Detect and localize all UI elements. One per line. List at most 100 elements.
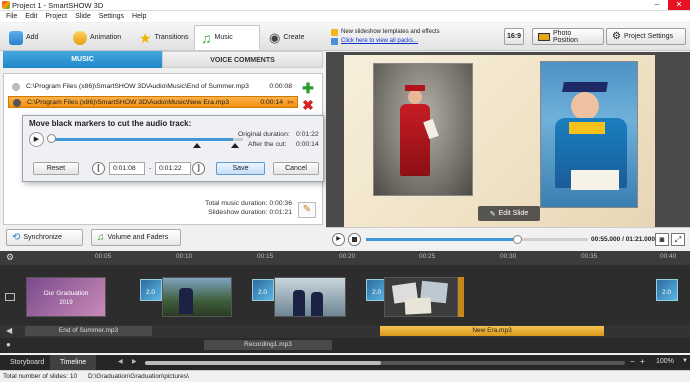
total-music-value: 0:00:36 — [269, 200, 292, 207]
zoom-out-icon[interactable]: − — [630, 357, 635, 366]
after-cut-value: 0:00:14 — [296, 141, 319, 148]
menu-settings[interactable]: Settings — [95, 11, 128, 22]
play-button[interactable]: ▶ — [332, 233, 345, 246]
volume-faders-button[interactable]: ♫ Volume and Faders — [91, 229, 181, 246]
voice-clip[interactable]: Recording1.mp3 — [204, 340, 332, 350]
subtab-voice-comments[interactable]: VOICE COMMENTS — [162, 51, 323, 68]
timeline-scroll-thumb[interactable] — [145, 361, 381, 365]
time-range-separator: - — [149, 165, 152, 172]
graduate-photo-left[interactable] — [373, 63, 473, 196]
left-tab-bar: Add Animation ★ Transitions ♫ Music ◉ Cr… — [0, 23, 326, 51]
dialog-play-button[interactable]: ▶ — [29, 132, 44, 147]
scroll-right-icon[interactable]: ▶ — [132, 358, 141, 367]
cut-music-icon[interactable]: ✂ — [287, 97, 294, 109]
end-time-field[interactable]: 0:01:22 — [155, 162, 191, 175]
aspect-ratio-button[interactable]: 16:9 — [504, 28, 524, 45]
view-all-packs-link[interactable]: Click here to view all packs... — [341, 38, 418, 44]
photo-position-label: Photo Position — [552, 29, 578, 44]
ruler-tick: 00:15 — [257, 253, 274, 260]
slides-track: Our Graduation 2019 2.0 2.0 2.0 2.0 — [0, 265, 690, 325]
menu-help[interactable]: Help — [128, 11, 150, 22]
chevron-down-icon[interactable]: ▼ — [682, 358, 688, 364]
tab-timeline[interactable]: Timeline — [50, 355, 97, 370]
track-row[interactable]: C:\Program Files (x86)\SmartSHOW 3D\Audi… — [8, 81, 298, 93]
ruler-tick: 00:05 — [95, 253, 112, 260]
play-track-icon[interactable] — [12, 83, 20, 91]
slideshow-duration: Slideshow duration: 0:01:21 — [170, 209, 292, 216]
project-settings-button[interactable]: ⚙ Project Settings — [606, 28, 686, 45]
track-duration: 0:00:14 — [260, 99, 283, 106]
menu-file[interactable]: File — [2, 11, 21, 22]
add-icon — [9, 30, 23, 45]
fullscreen-icon[interactable]: ⤢ — [671, 233, 685, 246]
menu-project[interactable]: Project — [41, 11, 71, 22]
window-title: Project 1 - SmartSHOW 3D — [12, 1, 104, 10]
music-icon: ♫ — [201, 29, 212, 46]
photo-collage-item — [404, 297, 432, 315]
close-button[interactable]: ✕ — [668, 0, 690, 10]
synchronize-button[interactable]: ⟲ Synchronize — [6, 229, 83, 246]
save-button[interactable]: Save — [216, 162, 265, 175]
graduate-photo-right[interactable] — [540, 61, 638, 208]
remove-music-button[interactable]: ✖ — [300, 97, 316, 113]
slideshow-duration-value: 0:01:21 — [269, 209, 292, 216]
audio-clip-selected[interactable]: New Era.mp3 — [380, 326, 604, 336]
subtab-music[interactable]: MUSIC — [3, 51, 162, 68]
menu-slide[interactable]: Slide — [71, 11, 95, 22]
set-start-button[interactable]: [ — [92, 162, 105, 175]
start-marker[interactable] — [193, 143, 201, 148]
play-track-icon[interactable] — [13, 99, 21, 107]
add-music-button[interactable]: ✚ — [300, 80, 316, 96]
graduate-figure — [311, 292, 323, 316]
cancel-button[interactable]: Cancel — [273, 162, 319, 175]
slide-thumbnail[interactable] — [162, 277, 232, 317]
edit-slide-button[interactable]: ✎ Edit Slide — [478, 206, 540, 221]
status-bar: Total number of slides: 10 D:\Graduation… — [0, 370, 690, 382]
transition-duration: 2.0 — [662, 289, 672, 296]
minimize-button[interactable]: – — [646, 0, 668, 10]
tab-animation[interactable]: Animation — [66, 25, 128, 50]
track-row-selected[interactable]: C:\Program Files (x86)\SmartSHOW 3D\Audi… — [8, 96, 298, 108]
zoom-in-icon[interactable]: + — [640, 357, 645, 366]
slide-thumbnail[interactable] — [274, 277, 346, 317]
slide-count: Total number of slides: 10 — [3, 373, 78, 380]
tab-create[interactable]: ◉ Create — [262, 25, 324, 50]
total-music-label: Total music duration: — [205, 200, 268, 207]
timeline-ruler[interactable]: ⚙ 00:05 00:10 00:15 00:20 00:25 00:30 00… — [0, 251, 690, 265]
synchronize-label: Synchronize — [23, 234, 62, 241]
slides-track-icon — [5, 293, 15, 301]
trim-playhead[interactable] — [47, 134, 56, 143]
dialog-title: Move black markers to cut the audio trac… — [29, 119, 192, 128]
reset-button[interactable]: Reset — [33, 162, 79, 175]
camera-icon[interactable]: ◙ — [655, 233, 669, 246]
tab-transitions[interactable]: ★ Transitions — [132, 25, 194, 50]
speaker-icon: ◀ — [6, 326, 13, 335]
menu-edit[interactable]: Edit — [21, 11, 41, 22]
playback-scrubber[interactable] — [512, 235, 522, 244]
end-marker[interactable] — [231, 143, 239, 148]
tab-add[interactable]: Add — [2, 25, 62, 50]
title-bar: Project 1 - SmartSHOW 3D – ✕ — [0, 0, 690, 11]
stop-button[interactable] — [348, 233, 361, 246]
start-time-field[interactable]: 0:01:08 — [109, 162, 145, 175]
timeline-scrollbar[interactable] — [145, 361, 625, 365]
ruler-tick: 00:35 — [581, 253, 598, 260]
ruler-tick: 00:30 — [500, 253, 517, 260]
tab-music[interactable]: ♫ Music — [194, 25, 260, 50]
playback-progress-track[interactable] — [366, 235, 588, 244]
set-end-button[interactable]: ] — [192, 162, 205, 175]
scroll-left-icon[interactable]: ◀ — [118, 358, 127, 367]
photo-position-button[interactable]: Photo Position — [532, 28, 604, 45]
preview-toolbar: New slideshow templates and effects Clic… — [326, 23, 690, 51]
slide-year: 2019 — [59, 300, 73, 306]
transition-duration: 2.0 — [372, 289, 382, 296]
new-pack-icon — [331, 29, 338, 36]
audio-clip[interactable]: End of Summer.mp3 — [25, 326, 152, 336]
timeline-settings-icon[interactable]: ⚙ — [6, 252, 14, 263]
slide-thumbnail[interactable] — [384, 277, 458, 317]
tab-storyboard[interactable]: Storyboard — [0, 355, 54, 370]
transition-duration: 2.0 — [258, 289, 268, 296]
tab-create-label: Create — [283, 34, 305, 41]
slide-thumbnail[interactable]: Our Graduation 2019 — [26, 277, 106, 317]
audio-settings-icon[interactable]: ✎ — [298, 202, 316, 218]
